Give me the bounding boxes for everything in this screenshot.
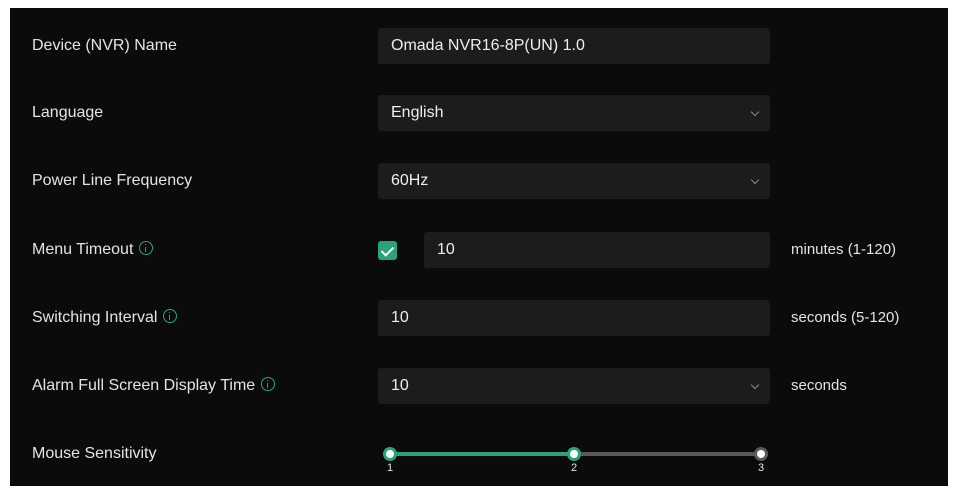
language-select-value: English [391,104,444,121]
alarm-display-time-label: Alarm Full Screen Display Time [32,377,256,394]
menu-timeout-checkbox[interactable] [378,241,397,260]
language-label: Language [32,104,104,121]
switching-interval-unit: seconds (5-120) [791,309,900,326]
power-line-frequency-select[interactable]: 60Hz [378,163,770,199]
switching-interval-row: Switching Interval 10 seconds (5-120) [10,300,948,336]
power-line-frequency-select-value: 60Hz [391,172,429,189]
slider-stop-1[interactable] [383,447,397,461]
menu-timeout-input[interactable]: 10 [424,232,770,268]
slider-track-fill [390,452,574,456]
info-icon[interactable] [163,308,178,323]
info-icon[interactable] [139,240,154,255]
mouse-sensitivity-slider[interactable]: 1 2 3 [378,436,778,476]
alarm-display-time-label-wrap: Alarm Full Screen Display Time [32,368,276,404]
mouse-sensitivity-label: Mouse Sensitivity [32,445,157,462]
alarm-display-time-select[interactable]: 10 [378,368,770,404]
info-icon[interactable] [261,376,276,391]
alarm-display-time-unit: seconds [791,377,847,394]
switching-interval-label-wrap: Switching Interval [32,300,178,336]
slider-stop-3[interactable] [754,447,768,461]
menu-timeout-unit: minutes (1-120) [791,241,897,258]
chevron-down-icon [750,107,760,117]
slider-tick-label: 3 [757,462,765,474]
slider-handle[interactable] [567,447,581,461]
chevron-down-icon [750,175,760,185]
language-row: Language English [10,95,948,131]
language-select[interactable]: English [378,95,770,131]
chevron-down-icon [750,380,760,390]
mouse-sensitivity-row: Mouse Sensitivity 1 2 3 [10,436,948,474]
slider-tick-label: 2 [570,462,578,474]
menu-timeout-row: Menu Timeout 10 minutes (1-120) [10,232,948,268]
alarm-display-time-select-value: 10 [391,377,409,394]
menu-timeout-label-wrap: Menu Timeout [32,232,154,268]
power-line-frequency-label: Power Line Frequency [32,172,193,189]
switching-interval-label: Switching Interval [32,309,158,326]
switching-interval-input[interactable]: 10 [378,300,770,336]
device-name-input[interactable]: Omada NVR16-8P(UN) 1.0 [378,28,770,64]
settings-panel: Device (NVR) Name Omada NVR16-8P(UN) 1.0… [10,8,948,486]
alarm-display-time-row: Alarm Full Screen Display Time 10 second… [10,368,948,404]
device-name-label: Device (NVR) Name [32,37,177,54]
slider-tick-label: 1 [386,462,394,474]
device-name-row: Device (NVR) Name Omada NVR16-8P(UN) 1.0 [10,28,948,64]
power-line-frequency-row: Power Line Frequency 60Hz [10,163,948,199]
menu-timeout-label: Menu Timeout [32,241,134,258]
